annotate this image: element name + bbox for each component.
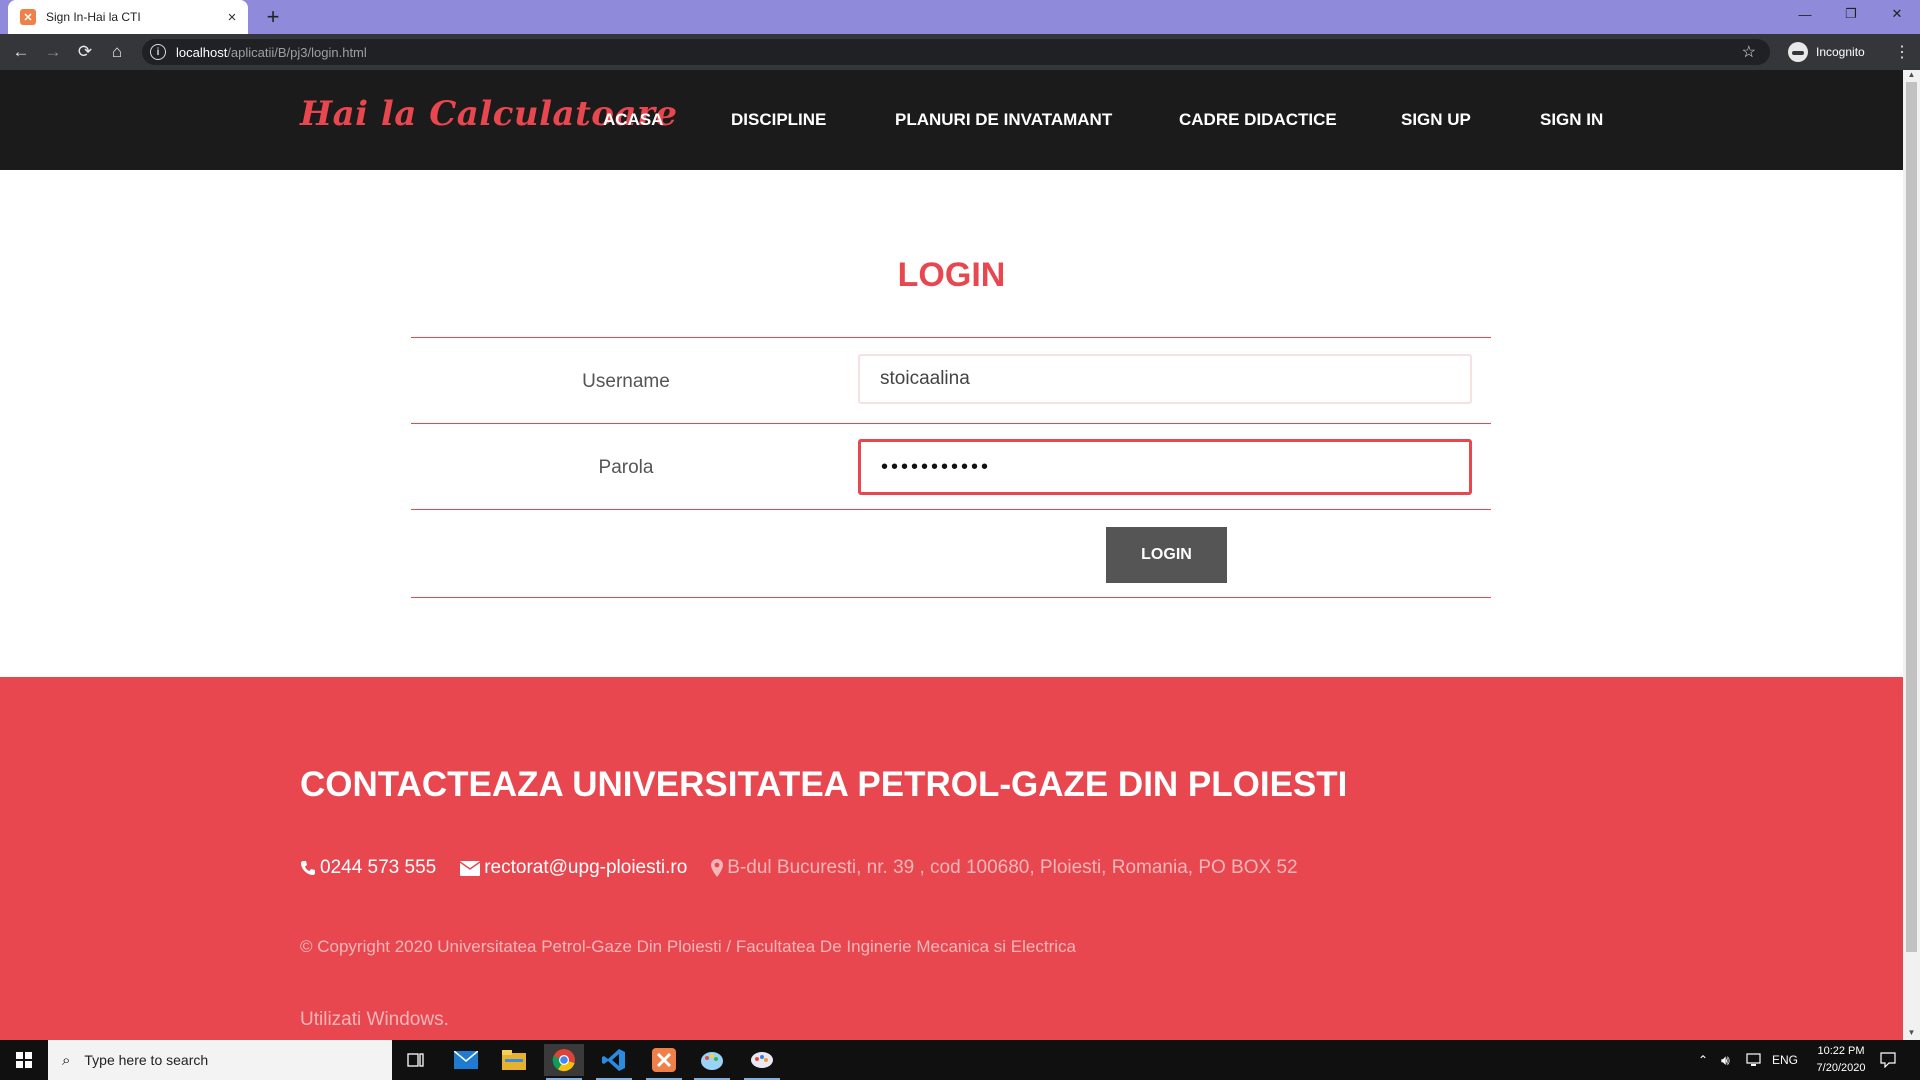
file-explorer-icon[interactable]: [494, 1044, 534, 1076]
start-button[interactable]: [0, 1040, 48, 1080]
contact-email[interactable]: rectorat@upg-ploiesti.ro: [460, 857, 687, 879]
table-divider: [411, 509, 1491, 510]
copyright-text: © Copyright 2020 Universitatea Petrol-Ga…: [300, 937, 1076, 956]
paint-app-icon[interactable]: [692, 1044, 732, 1080]
browser-tab[interactable]: ✕ Sign In-Hai la CTI ×: [8, 0, 248, 34]
bookmark-star-icon[interactable]: ☆: [1742, 42, 1756, 62]
search-placeholder: Type here to search: [84, 1052, 209, 1068]
vscode-app-icon[interactable]: [594, 1044, 634, 1080]
phone-number: 0244 573 555: [320, 857, 437, 878]
volume-icon[interactable]: 🔊︎: [1721, 1040, 1730, 1080]
forward-icon[interactable]: →: [42, 42, 64, 62]
clock-date: 7/20/2020: [1816, 1062, 1866, 1074]
contact-address: B-dul Bucuresti, nr. 39 , cod 100680, Pl…: [711, 857, 1298, 879]
new-tab-button[interactable]: +: [260, 4, 286, 30]
browser-tab-strip: ✕ Sign In-Hai la CTI × + — ❐ ✕: [0, 0, 1920, 34]
clock-time: 10:22 PM: [1817, 1045, 1865, 1057]
nav-item-cadre-didactice[interactable]: CADRE DIDACTICE: [1179, 70, 1337, 170]
xampp-app-icon[interactable]: [644, 1044, 684, 1080]
incognito-label: Incognito: [1816, 45, 1865, 59]
login-heading: LOGIN: [897, 256, 1006, 294]
address-toolbar: ← → ⟳ ⌂ i localhost/aplicatii/B/pj3/logi…: [0, 34, 1920, 70]
footer-title: CONTACTEAZA UNIVERSITATEA PETROL-GAZE DI…: [300, 765, 1348, 804]
table-divider: [411, 337, 1491, 338]
windows-activation-watermark: Utilizati Windows.: [300, 1009, 449, 1030]
map-marker-icon: [711, 859, 724, 877]
scroll-down-icon[interactable]: ▼: [1903, 1028, 1920, 1040]
tab-close-icon[interactable]: ×: [222, 9, 242, 26]
email-address: rectorat@upg-ploiesti.ro: [484, 857, 688, 878]
nav-item-sign-up[interactable]: SIGN UP: [1401, 70, 1471, 170]
scrollbar-thumb[interactable]: [1906, 82, 1917, 952]
reload-icon[interactable]: ⟳: [74, 42, 96, 62]
network-icon[interactable]: [1746, 1040, 1764, 1080]
username-label: Username: [582, 371, 670, 392]
taskbar-search[interactable]: ⌕ Type here to search: [48, 1040, 392, 1080]
xampp-favicon-icon: ✕: [20, 9, 36, 25]
scroll-up-icon[interactable]: ▲: [1903, 70, 1920, 82]
paint3d-app-icon[interactable]: [742, 1044, 782, 1080]
windows-taskbar: ⌕ Type here to search ⌃ 🔊︎ ENG 10:22 PM …: [0, 1040, 1920, 1080]
language-indicator[interactable]: ENG: [1772, 1040, 1798, 1080]
page-viewport: Hai la Calculatoare ACASA DISCIPLINE PLA…: [0, 70, 1903, 1040]
address-bar[interactable]: i localhost/aplicatii/B/pj3/login.html ☆: [142, 39, 1770, 65]
table-divider: [411, 597, 1491, 598]
envelope-icon: [460, 860, 481, 876]
password-label: Parola: [598, 457, 654, 478]
task-view-icon[interactable]: [396, 1044, 436, 1076]
url-text: localhost/aplicatii/B/pj3/login.html: [176, 44, 367, 60]
nav-item-planuri[interactable]: PLANURI DE INVATAMANT: [895, 70, 1112, 170]
browser-menu-icon[interactable]: ⋮: [1894, 42, 1910, 62]
site-navbar: Hai la Calculatoare ACASA DISCIPLINE PLA…: [0, 70, 1903, 170]
contact-row: 0244 573 555 rectorat@upg-ploiesti.ro B-…: [300, 857, 1322, 879]
restore-icon[interactable]: ❐: [1828, 0, 1874, 28]
nav-item-acasa[interactable]: ACASA: [603, 70, 663, 170]
notifications-icon[interactable]: [1880, 1040, 1896, 1080]
tab-title: Sign In-Hai la CTI: [46, 10, 141, 24]
login-button[interactable]: LOGIN: [1106, 527, 1227, 583]
mail-app-icon[interactable]: [446, 1044, 486, 1076]
back-icon[interactable]: ←: [10, 42, 32, 62]
username-field[interactable]: [858, 354, 1472, 404]
site-info-icon[interactable]: i: [150, 44, 166, 60]
clock[interactable]: 10:22 PM 7/20/2020: [1806, 1043, 1876, 1077]
table-divider: [411, 423, 1491, 424]
windows-logo-icon: [16, 1052, 32, 1068]
search-icon: ⌕: [62, 1051, 71, 1069]
password-field[interactable]: [858, 439, 1472, 495]
home-icon[interactable]: ⌂: [106, 42, 128, 62]
close-window-icon[interactable]: ✕: [1874, 0, 1920, 28]
page-scrollbar[interactable]: ▲ ▼: [1903, 70, 1920, 1040]
phone-icon: [300, 860, 316, 876]
contact-phone[interactable]: 0244 573 555: [300, 857, 436, 879]
show-hidden-icons[interactable]: ⌃: [1698, 1040, 1708, 1080]
nav-item-discipline[interactable]: DISCIPLINE: [731, 70, 826, 170]
postal-address: B-dul Bucuresti, nr. 39 , cod 100680, Pl…: [727, 857, 1298, 878]
nav-item-sign-in[interactable]: SIGN IN: [1540, 70, 1603, 170]
minimize-icon[interactable]: —: [1782, 0, 1828, 28]
chrome-app-icon[interactable]: [544, 1044, 584, 1080]
footer: CONTACTEAZA UNIVERSITATEA PETROL-GAZE DI…: [0, 677, 1903, 1040]
incognito-badge[interactable]: Incognito: [1788, 41, 1865, 63]
incognito-icon: [1788, 42, 1808, 62]
